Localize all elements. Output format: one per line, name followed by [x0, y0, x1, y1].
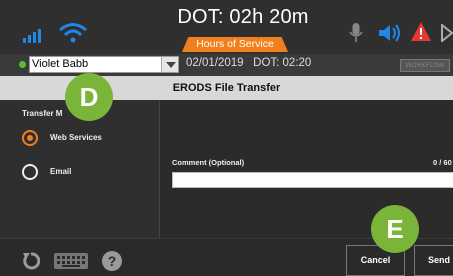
dot-remaining-time: DOT: 02h 20m	[177, 6, 309, 28]
hours-of-service-tab[interactable]: Hours of Service	[182, 37, 288, 52]
help-icon[interactable]: ?	[102, 251, 122, 271]
signal-icon	[23, 29, 45, 43]
microphone-icon[interactable]	[349, 22, 363, 44]
speaker-icon[interactable]	[378, 22, 402, 44]
transfer-method-panel: Transfer M Web Services Email	[0, 100, 160, 238]
driver-bar: Violet Babb 02/01/2019 DOT: 02:20 WORKFL…	[0, 54, 453, 76]
transfer-method-label: Transfer M	[22, 109, 63, 118]
alert-icon[interactable]	[410, 21, 432, 43]
driver-date-dot: 02/01/2019 DOT: 02:20	[186, 57, 312, 69]
radio-label: Email	[50, 167, 72, 176]
send-button[interactable]: Send	[414, 245, 453, 276]
keyboard-icon[interactable]	[54, 253, 88, 269]
character-count: 0 / 60	[433, 158, 452, 167]
more-icon[interactable]	[441, 24, 453, 42]
driver-select[interactable]: Violet Babb	[29, 56, 179, 73]
comment-input[interactable]	[172, 172, 453, 188]
callout-badge-d: D	[65, 73, 113, 121]
wifi-icon	[59, 23, 87, 43]
chevron-down-icon[interactable]	[161, 57, 178, 72]
refresh-icon[interactable]	[22, 252, 40, 270]
radio-unselected-icon[interactable]	[22, 164, 38, 180]
callout-badge-e: E	[371, 205, 419, 253]
radio-selected-icon[interactable]	[22, 130, 38, 146]
workflow-button[interactable]: WORKFLOW	[400, 59, 450, 72]
comment-label: Comment (Optional)	[172, 158, 245, 167]
radio-label: Web Services	[50, 133, 102, 142]
driver-status-indicator	[19, 61, 26, 68]
status-bar: DOT: 02h 20m Hours of Service	[0, 0, 453, 54]
driver-name: Violet Babb	[32, 58, 89, 70]
